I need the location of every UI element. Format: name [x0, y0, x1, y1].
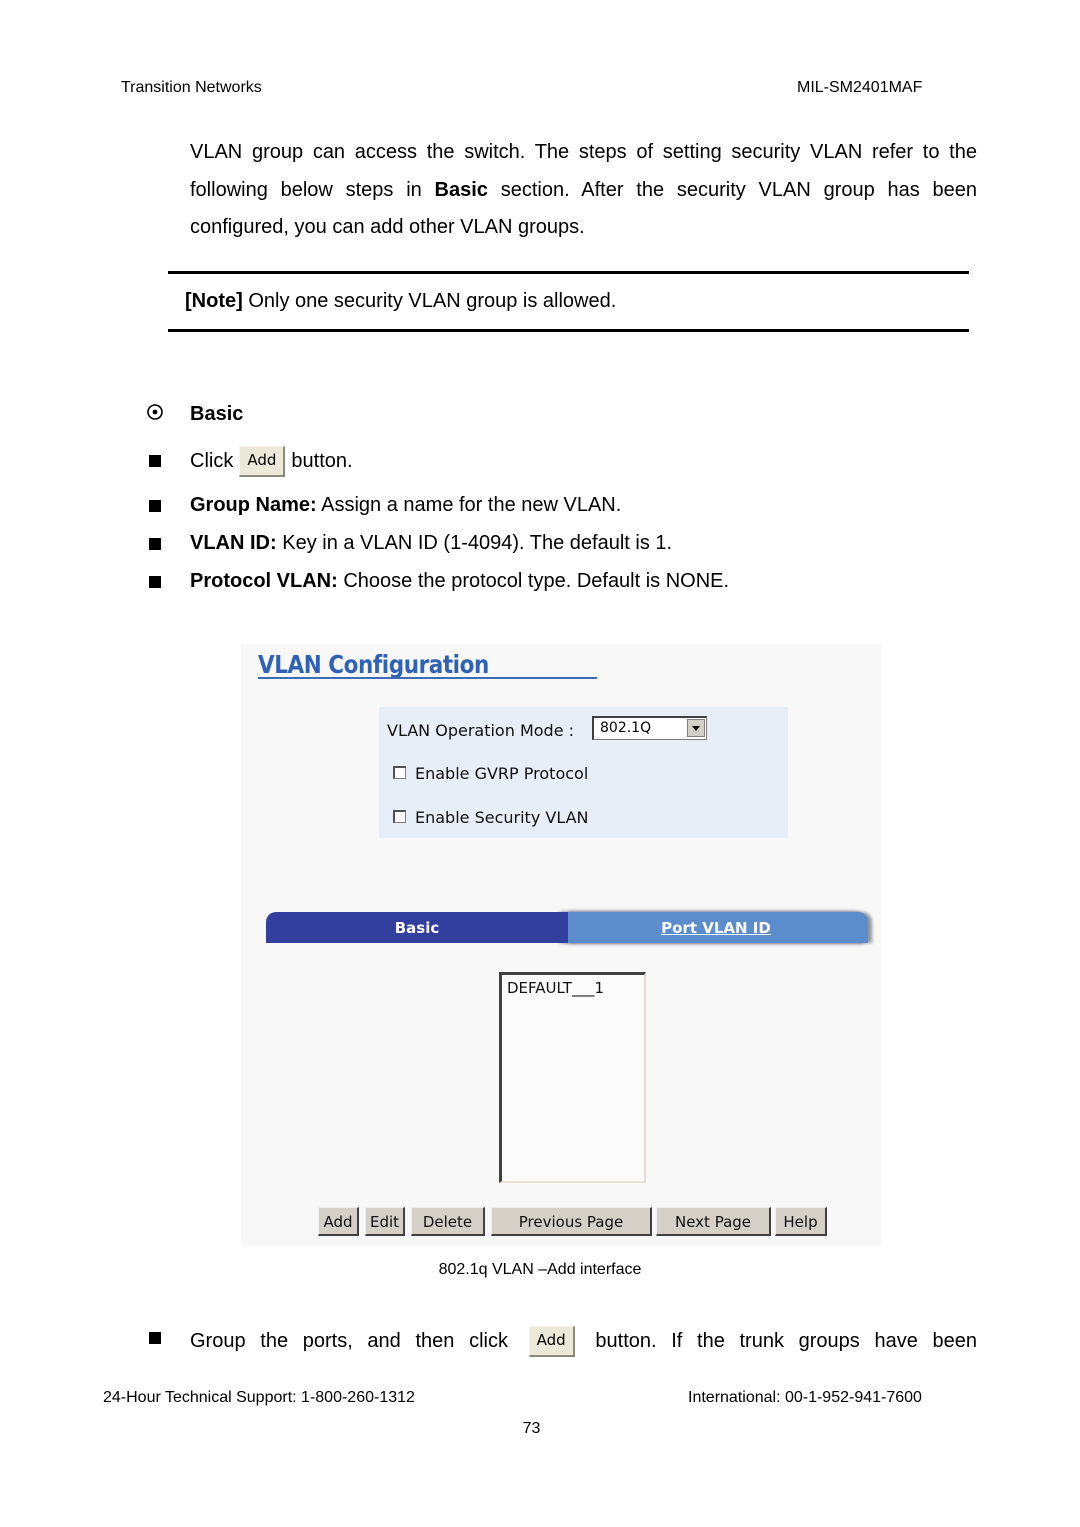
list-item[interactable]: DEFAULT___1	[507, 979, 604, 997]
item-text: Group the ports, and then click	[190, 1329, 508, 1352]
vlan-config-title: VLAN Configuration	[258, 650, 489, 679]
intro-line-3: configured, you can add other VLAN group…	[190, 216, 585, 238]
list-item: Protocol VLAN: Choose the protocol type.…	[190, 570, 729, 593]
section-title: Basic	[190, 403, 244, 425]
item-text: Assign a name for the new VLAN.	[316, 494, 622, 516]
tab-bar: Port VLAN ID Basic	[266, 912, 876, 943]
security-vlan-checkbox-label: Enable Security VLAN	[415, 808, 589, 827]
list-item: Group the ports, and then click Add butt…	[190, 1326, 977, 1357]
dropdown-arrow-icon[interactable]	[687, 719, 705, 737]
list-item: Click Add button.	[190, 446, 353, 477]
tab-basic[interactable]: Basic	[266, 912, 568, 943]
note-text: Only one security VLAN group is allowed.	[242, 290, 617, 312]
item-text: button. If the trunk groups have been	[595, 1329, 977, 1352]
intro-paragraph: VLAN group can access the switch. The st…	[190, 134, 977, 247]
footer-support: 24-Hour Technical Support: 1-800-260-131…	[103, 1389, 415, 1406]
intro-bold-basic: Basic	[434, 178, 488, 201]
item-text: Click	[190, 449, 234, 472]
help-button[interactable]: Help	[775, 1207, 827, 1236]
add-button[interactable]: Add	[318, 1207, 359, 1236]
add-button-illustration: Add	[239, 446, 286, 477]
item-text: Key in a VLAN ID (1-4094). The default i…	[276, 532, 673, 554]
list-item: Group Name: Assign a name for the new VL…	[190, 494, 621, 517]
figure-caption: 802.1q VLAN –Add interface	[438, 1261, 642, 1278]
header-company: Transition Networks	[121, 79, 262, 96]
note-label: [Note]	[185, 290, 243, 312]
circle-dot-bullet-icon	[145, 402, 165, 422]
square-bullet-icon	[149, 576, 161, 588]
item-text: Choose the protocol type. Default is NON…	[337, 570, 730, 592]
security-vlan-checkbox[interactable]	[393, 810, 406, 823]
previous-page-button[interactable]: Previous Page	[491, 1207, 652, 1236]
vlan-group-listbox[interactable]: DEFAULT___1	[499, 972, 646, 1183]
item-term: Protocol VLAN:	[190, 570, 338, 592]
operation-mode-select[interactable]: 802.1Q	[592, 716, 707, 740]
intro-line-1: VLAN group can access the switch. The st…	[190, 141, 977, 163]
gvrp-checkbox[interactable]	[393, 766, 406, 779]
delete-button[interactable]: Delete	[411, 1207, 485, 1236]
operation-mode-value: 802.1Q	[600, 720, 652, 736]
list-item: VLAN ID: Key in a VLAN ID (1-4094). The …	[190, 532, 672, 555]
square-bullet-icon	[149, 1332, 161, 1344]
tab-port-vlan-id[interactable]: Port VLAN ID	[564, 912, 868, 943]
gvrp-checkbox-label: Enable GVRP Protocol	[415, 764, 589, 783]
header-model: MIL-SM2401MAF	[797, 79, 923, 96]
item-text: button.	[291, 449, 353, 472]
note-top-rule	[168, 271, 969, 274]
square-bullet-icon	[149, 500, 161, 512]
title-underline	[258, 677, 597, 679]
operation-mode-label: VLAN Operation Mode :	[387, 721, 575, 740]
note-bottom-rule	[168, 329, 969, 332]
add-button-illustration: Add	[528, 1326, 575, 1357]
intro-text: section. After the security VLAN group h…	[487, 178, 977, 201]
item-term: Group Name:	[190, 494, 317, 516]
intro-line-2: following below steps in Basic section. …	[190, 172, 977, 210]
page-number: 73	[522, 1420, 541, 1437]
note: [Note] Only one security VLAN group is a…	[185, 290, 616, 313]
edit-button[interactable]: Edit	[365, 1207, 405, 1236]
footer-international: International: 00-1-952-941-7600	[688, 1389, 922, 1406]
next-page-button[interactable]: Next Page	[656, 1207, 771, 1236]
square-bullet-icon	[149, 538, 161, 550]
intro-text: following below steps in	[190, 178, 435, 201]
item-term: VLAN ID:	[190, 532, 277, 554]
square-bullet-icon	[149, 455, 161, 467]
